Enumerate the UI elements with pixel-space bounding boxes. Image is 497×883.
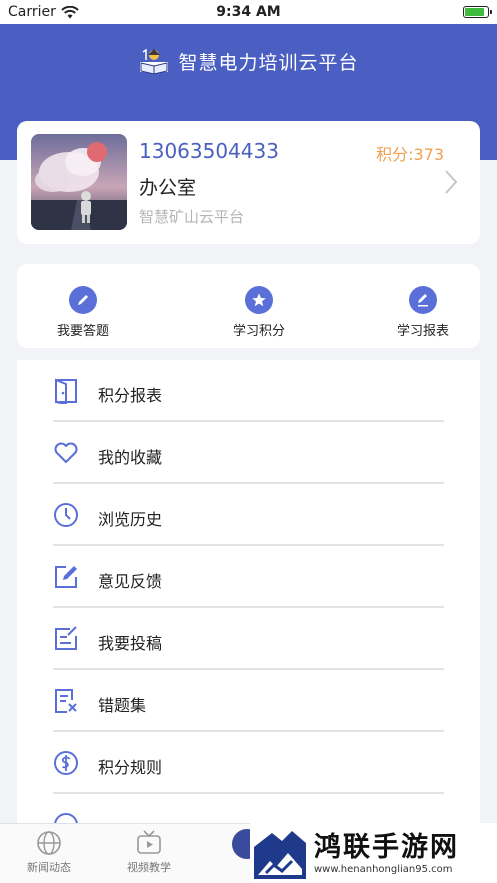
profile-card[interactable]: 13063504433 积分:373 办公室 智慧矿山云平台 (17, 121, 480, 244)
tab-label: 视频教学 (127, 861, 171, 874)
globe-icon (37, 831, 61, 855)
menu-item-points-report[interactable]: 积分报表 (53, 360, 444, 422)
menu-item-feedback[interactable]: 意见反馈 (53, 546, 444, 608)
quick-actions-card: 我要答题 学习积分 学习报表 (17, 264, 480, 348)
watermark-title: 鸿联手游网 (314, 831, 459, 863)
status-left: Carrier (8, 4, 79, 20)
menu-item-partial[interactable] (53, 794, 444, 823)
phone-number: 13063504433 (139, 139, 279, 163)
department-label: 办公室 (139, 177, 197, 199)
edit-icon (409, 286, 437, 314)
compose-icon (55, 626, 77, 650)
status-bar: Carrier 9:34 AM (0, 0, 497, 24)
app-logo-icon (140, 48, 169, 75)
edit-square-icon (55, 566, 77, 588)
clock-icon (54, 503, 78, 527)
document-x-icon (55, 689, 77, 713)
page-title: 智慧电力培训云平台 (178, 51, 359, 74)
menu-item-points-rules[interactable]: 积分规则 (53, 732, 444, 794)
watermark-text: 鸿联手游网 www.henanhonglian95.com (314, 832, 459, 875)
watermark-logo-icon (252, 825, 308, 881)
battery-icon (463, 6, 492, 18)
menu-item-label: 浏览历史 (98, 510, 163, 529)
menu-item-label: 积分报表 (98, 386, 163, 405)
menu-item-label: 意见反馈 (98, 572, 163, 591)
menu-item-wrong-answers[interactable]: 错题集 (53, 670, 444, 732)
quick-action-label: 学习报表 (396, 324, 449, 339)
quick-action-answer[interactable]: 我要答题 (38, 286, 128, 339)
watermark-url: www.henanhonglian95.com (314, 863, 453, 875)
star-icon (245, 286, 273, 314)
quick-action-report[interactable]: 学习报表 (378, 286, 468, 339)
organization-label: 智慧矿山云平台 (139, 208, 245, 226)
watermark: 鸿联手游网 www.henanhonglian95.com (250, 823, 497, 883)
tv-play-icon (137, 830, 161, 854)
avatar[interactable] (31, 134, 127, 230)
tab-video[interactable]: 视频教学 (114, 830, 184, 875)
menu-item-label: 错题集 (98, 696, 147, 715)
menu-item-label: 我要投稿 (98, 634, 163, 653)
quick-action-points[interactable]: 学习积分 (214, 286, 304, 339)
pencil-icon (69, 286, 97, 314)
menu-item-label: 积分规则 (98, 758, 163, 777)
tab-label: 新闻动态 (27, 861, 71, 874)
carrier-label: Carrier (8, 4, 56, 20)
menu-item-history[interactable]: 浏览历史 (53, 484, 444, 546)
header-title-wrap: 智慧电力培训云平台 (0, 46, 497, 76)
menu-item-favorites[interactable]: 我的收藏 (53, 422, 444, 484)
menu-list: 积分报表 我的收藏 浏览历史 意见反馈 我要投稿 错题集 积分规则 (17, 360, 480, 823)
battery-fill (465, 8, 484, 16)
quick-action-label: 学习积分 (232, 324, 285, 339)
door-exit-icon (55, 378, 77, 404)
dollar-circle-icon (54, 751, 78, 775)
avatar-image (31, 134, 127, 230)
menu-item-submit[interactable]: 我要投稿 (53, 608, 444, 670)
partial-menu-icon (54, 813, 78, 823)
chevron-right-icon[interactable] (444, 169, 458, 195)
points-label: 积分:373 (376, 145, 444, 164)
menu-item-label: 我的收藏 (98, 448, 163, 467)
wifi-icon (61, 5, 79, 18)
tab-news[interactable]: 新闻动态 (14, 830, 84, 875)
heart-icon (54, 442, 78, 463)
quick-action-label: 我要答题 (56, 324, 109, 339)
